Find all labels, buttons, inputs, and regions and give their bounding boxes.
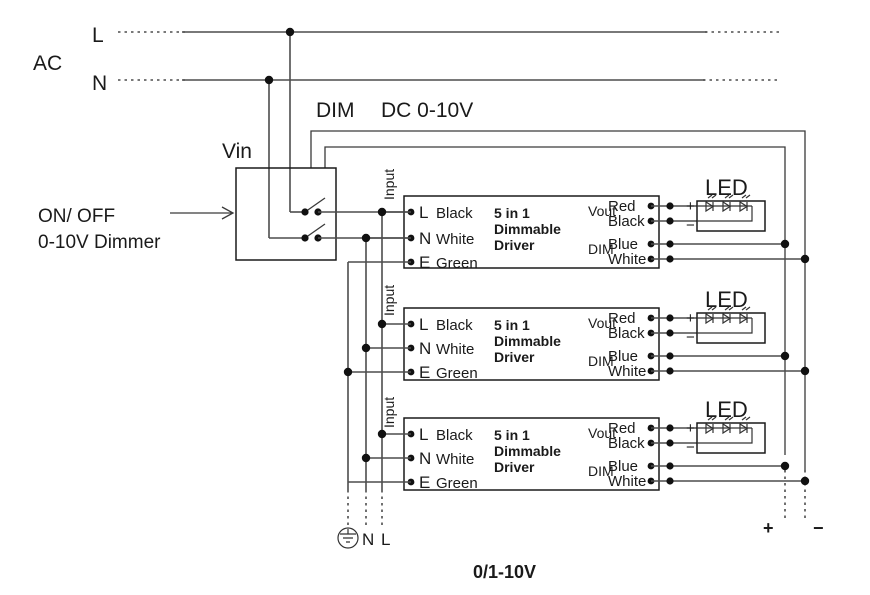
driver2-input-terminal-l: L: [419, 315, 428, 334]
input-label-2: Input: [381, 285, 397, 316]
input-label-1: Input: [381, 169, 397, 200]
footer-label: 0/1-10V: [473, 562, 536, 582]
driver1-out-node-blue: [666, 240, 674, 248]
driver-title-line3-2: Driver: [494, 349, 535, 365]
ac-line-label: L: [92, 24, 104, 47]
switch1-blade: [304, 197, 326, 213]
led-plus-2: +: [686, 310, 695, 327]
bottom-bus-labels-group: N L: [337, 527, 390, 549]
driver-title-line1-3: 5 in 1: [494, 427, 530, 443]
driver-title-line1-2: 5 in 1: [494, 317, 530, 333]
junction-dot-driver3-n: [361, 453, 371, 463]
dimmer-caption-line1: ON/ OFF: [38, 206, 115, 227]
earth-ground-symbol: [340, 529, 356, 543]
junction-dot-dim-inner-2: [780, 351, 790, 361]
driver3-input-color-n: White: [436, 451, 474, 468]
dim-label-group: DIM DC 0-10V: [316, 99, 473, 122]
led-module-1: LED + −: [686, 175, 766, 234]
driver2-out-node-white: [666, 367, 674, 375]
junction-dot-driver2-n: [361, 343, 371, 353]
junction-dot-driver1-l: [377, 207, 387, 217]
driver-title-line2-3: Dimmable: [494, 443, 561, 459]
junction-dot-ac-l: [285, 27, 295, 37]
junction-dot-driver2-l: [377, 319, 387, 329]
driver1-output-color-black: Black: [608, 213, 645, 230]
bottom-neutral-label: N: [362, 530, 374, 549]
input-label-3: Input: [381, 397, 397, 428]
driver3-out-node-white: [666, 477, 674, 485]
driver2-out-node-blue: [666, 352, 674, 360]
led-minus-2: −: [686, 329, 695, 346]
driver2-input-terminal-n: N: [419, 339, 431, 358]
junction-dot-dim-outer-2: [800, 366, 810, 376]
driver2-output-color-white: White: [608, 363, 646, 380]
junction-dot-ac-n: [264, 75, 274, 85]
driver1-input-color-e: Green: [436, 255, 478, 272]
driver-unit-3[interactable]: Input 5 in 1 Dimmable Driver L Black N W…: [348, 397, 810, 492]
switch2-contact-left: [301, 234, 309, 242]
driver3-input-color-l: Black: [436, 427, 473, 444]
led-minus-3: −: [686, 439, 695, 456]
driver1-output-color-white: White: [608, 251, 646, 268]
bottom-line-label: L: [381, 530, 390, 549]
driver3-output-color-white: White: [608, 473, 646, 490]
driver3-out-node-blue: [666, 462, 674, 470]
driver1-input-terminal-l: L: [419, 203, 428, 222]
junction-dot-driver1-n: [361, 233, 371, 243]
junction-dot-dim-inner-3: [780, 461, 790, 471]
driver2-out-node-black: [666, 329, 674, 337]
led-module-2: LED + −: [686, 287, 766, 346]
driver3-input-terminal-n: N: [419, 449, 431, 468]
driver3-out-node-black: [666, 439, 674, 447]
driver2-input-color-e: Green: [436, 365, 478, 382]
led-plus-3: +: [686, 420, 695, 437]
driver1-out-node-black: [666, 217, 674, 225]
input-bus-group: [347, 212, 383, 528]
wiring-diagram: AC L N DIM DC 0-10V Vin ON/ OFF 0-10V Di…: [33, 24, 824, 582]
driver2-input-color-n: White: [436, 341, 474, 358]
junction-dot-dim-inner-1: [780, 239, 790, 249]
dimmer-box[interactable]: [235, 167, 337, 261]
driver-unit-2[interactable]: Input 5 in 1 Dimmable Driver L Black N W…: [343, 285, 810, 382]
driver3-input-color-e: Green: [436, 475, 478, 492]
dimmer-caption-line2: 0-10V Dimmer: [38, 232, 161, 253]
switch2-blade: [304, 223, 326, 239]
driver3-input-terminal-l: L: [419, 425, 428, 444]
driver1-out-node-red: [666, 202, 674, 210]
ac-neutral-label: N: [92, 72, 107, 95]
junction-dot-driver3-l: [377, 429, 387, 439]
led-plus-1: +: [686, 198, 695, 215]
driver1-input-terminal-n: N: [419, 229, 431, 248]
driver-title-line3-3: Driver: [494, 459, 535, 475]
driver2-input-color-l: Black: [436, 317, 473, 334]
driver2-output-color-black: Black: [608, 325, 645, 342]
switch1-contact-left: [301, 208, 309, 216]
junction-dot-dim-outer-3: [800, 476, 810, 486]
driver-title-line2-1: Dimmable: [494, 221, 561, 237]
driver3-out-node-red: [666, 424, 674, 432]
driver1-out-node-white: [666, 255, 674, 263]
dim-bus-plus-label: +: [763, 518, 774, 538]
driver2-input-terminal-e: E: [419, 363, 430, 382]
led-minus-1: −: [686, 217, 695, 234]
driver3-input-terminal-e: E: [419, 473, 430, 492]
driver3-output-color-black: Black: [608, 435, 645, 452]
dimmer-module-group[interactable]: Vin ON/ OFF 0-10V Dimmer: [38, 140, 410, 261]
driver-title-line2-2: Dimmable: [494, 333, 561, 349]
driver-unit-1[interactable]: Input 5 in 1 Dimmable Driver L Black N W…: [348, 169, 810, 272]
junction-dot-driver2-e: [343, 367, 353, 377]
junction-dot-dim-outer-1: [800, 254, 810, 264]
ac-group-label: AC: [33, 52, 62, 75]
driver1-input-color-n: White: [436, 231, 474, 248]
driver-title-line1-1: 5 in 1: [494, 205, 530, 221]
driver2-out-node-red: [666, 314, 674, 322]
driver1-input-terminal-e: E: [419, 253, 430, 272]
led-module-3: LED + −: [686, 397, 766, 456]
vin-label: Vin: [222, 140, 252, 163]
dim-bus-minus-label: −: [813, 518, 824, 538]
driver-title-line3-1: Driver: [494, 237, 535, 253]
driver1-input-color-l: Black: [436, 205, 473, 222]
dim-voltage-label: DC 0-10V: [381, 99, 473, 122]
dim-label: DIM: [316, 99, 355, 122]
